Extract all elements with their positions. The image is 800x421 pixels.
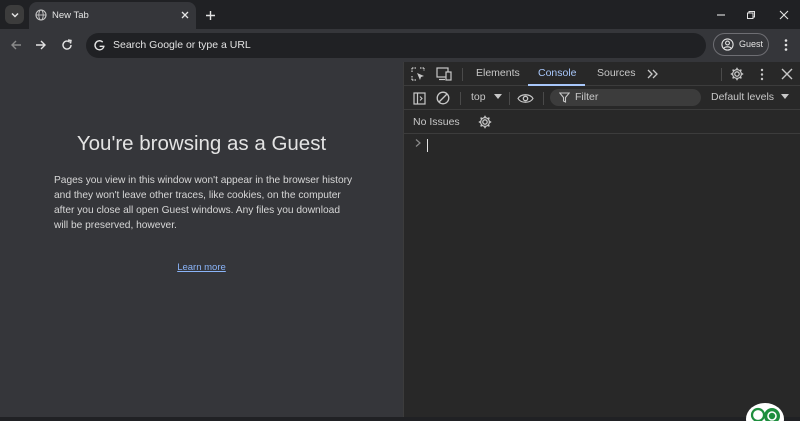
back-button[interactable] (8, 37, 24, 53)
guest-page: You're browsing as a Guest Pages you vie… (0, 62, 403, 417)
restore-icon (747, 11, 755, 19)
chevron-down-icon (10, 12, 19, 18)
minimize-icon (717, 14, 725, 16)
floating-badge-icon[interactable] (745, 401, 785, 421)
learn-more-link[interactable]: Learn more (0, 262, 403, 273)
console-sidebar-button[interactable] (411, 90, 427, 106)
kebab-menu-icon (760, 68, 764, 80)
toolbar-divider (509, 92, 510, 105)
more-tabs-button[interactable] (646, 66, 660, 82)
address-bar[interactable]: Search Google or type a URL (86, 33, 706, 58)
eye-icon (516, 93, 534, 103)
block-icon (436, 91, 450, 105)
log-levels-value: Default levels (711, 91, 775, 103)
console-input[interactable] (427, 139, 428, 152)
filter-placeholder: Filter (575, 91, 599, 103)
restore-button[interactable] (741, 5, 761, 25)
page-description: Pages you view in this window won't appe… (54, 175, 353, 231)
log-levels-dropdown[interactable]: Default levels (711, 91, 789, 103)
clear-console-button[interactable] (435, 90, 451, 106)
console-toolbar: top Filter Default levels (404, 86, 800, 110)
tab-strip: New Tab (0, 0, 800, 29)
context-selector[interactable]: top (471, 91, 502, 103)
page-title: You're browsing as a Guest (76, 132, 327, 155)
issues-count[interactable]: No Issues (413, 116, 460, 128)
google-logo-icon (94, 40, 105, 51)
browser-toolbar: Search Google or type a URL Guest (0, 29, 800, 62)
toolbar-divider (462, 68, 463, 81)
device-toolbar-button[interactable] (435, 66, 452, 82)
browser-tab[interactable]: New Tab (29, 2, 196, 29)
tab-sources[interactable]: Sources (597, 67, 636, 79)
devtools-panel: Elements Console Sources top Filter Defa… (403, 62, 800, 417)
window-close-button[interactable] (774, 5, 794, 25)
close-icon (779, 10, 789, 20)
tab-title: New Tab (52, 10, 89, 21)
filter-icon (559, 92, 570, 103)
gear-icon (478, 115, 492, 129)
console-filter-input[interactable]: Filter (550, 89, 701, 106)
live-expression-button[interactable] (516, 90, 534, 106)
dropdown-arrow-icon (493, 94, 502, 99)
close-devtools-button[interactable] (779, 66, 795, 82)
toolbar-divider (721, 68, 722, 81)
inspect-element-button[interactable] (410, 66, 426, 82)
device-icon (435, 67, 452, 81)
plus-icon (205, 10, 215, 20)
arrow-right-icon (36, 40, 46, 50)
devtools-settings-button[interactable] (729, 66, 745, 82)
tab-elements[interactable]: Elements (476, 67, 520, 79)
close-icon (781, 68, 793, 80)
toolbar-divider (543, 92, 544, 105)
account-icon (721, 38, 734, 51)
inspect-icon (411, 67, 425, 81)
tab-close-button[interactable] (179, 9, 191, 21)
console-prompt-icon (415, 139, 421, 147)
browser-menu-button[interactable] (779, 37, 793, 53)
address-bar-placeholder: Search Google or type a URL (113, 39, 251, 51)
double-chevron-right-icon (647, 69, 658, 79)
context-selector-value: top (471, 91, 486, 103)
profile-label: Guest (739, 39, 764, 49)
reload-icon (62, 39, 72, 50)
new-tab-button[interactable] (202, 7, 218, 23)
forward-button[interactable] (33, 37, 49, 53)
sidebar-icon (412, 91, 426, 105)
profile-button[interactable]: Guest (713, 33, 769, 56)
devtools-menu-button[interactable] (756, 66, 768, 82)
devtools-tab-bar: Elements Console Sources (404, 62, 800, 86)
minimize-button[interactable] (711, 5, 731, 25)
gear-icon (730, 67, 744, 81)
globe-icon (35, 9, 47, 21)
toolbar-divider (460, 92, 461, 105)
issues-bar: No Issues (404, 110, 800, 134)
tab-search-button[interactable] (5, 5, 24, 24)
kebab-menu-icon (784, 39, 788, 51)
close-icon (181, 11, 189, 19)
tab-console[interactable]: Console (538, 67, 577, 79)
console-settings-button[interactable] (477, 114, 493, 130)
reload-button[interactable] (59, 37, 75, 53)
arrow-left-icon (11, 40, 21, 50)
dropdown-arrow-icon (780, 94, 789, 99)
